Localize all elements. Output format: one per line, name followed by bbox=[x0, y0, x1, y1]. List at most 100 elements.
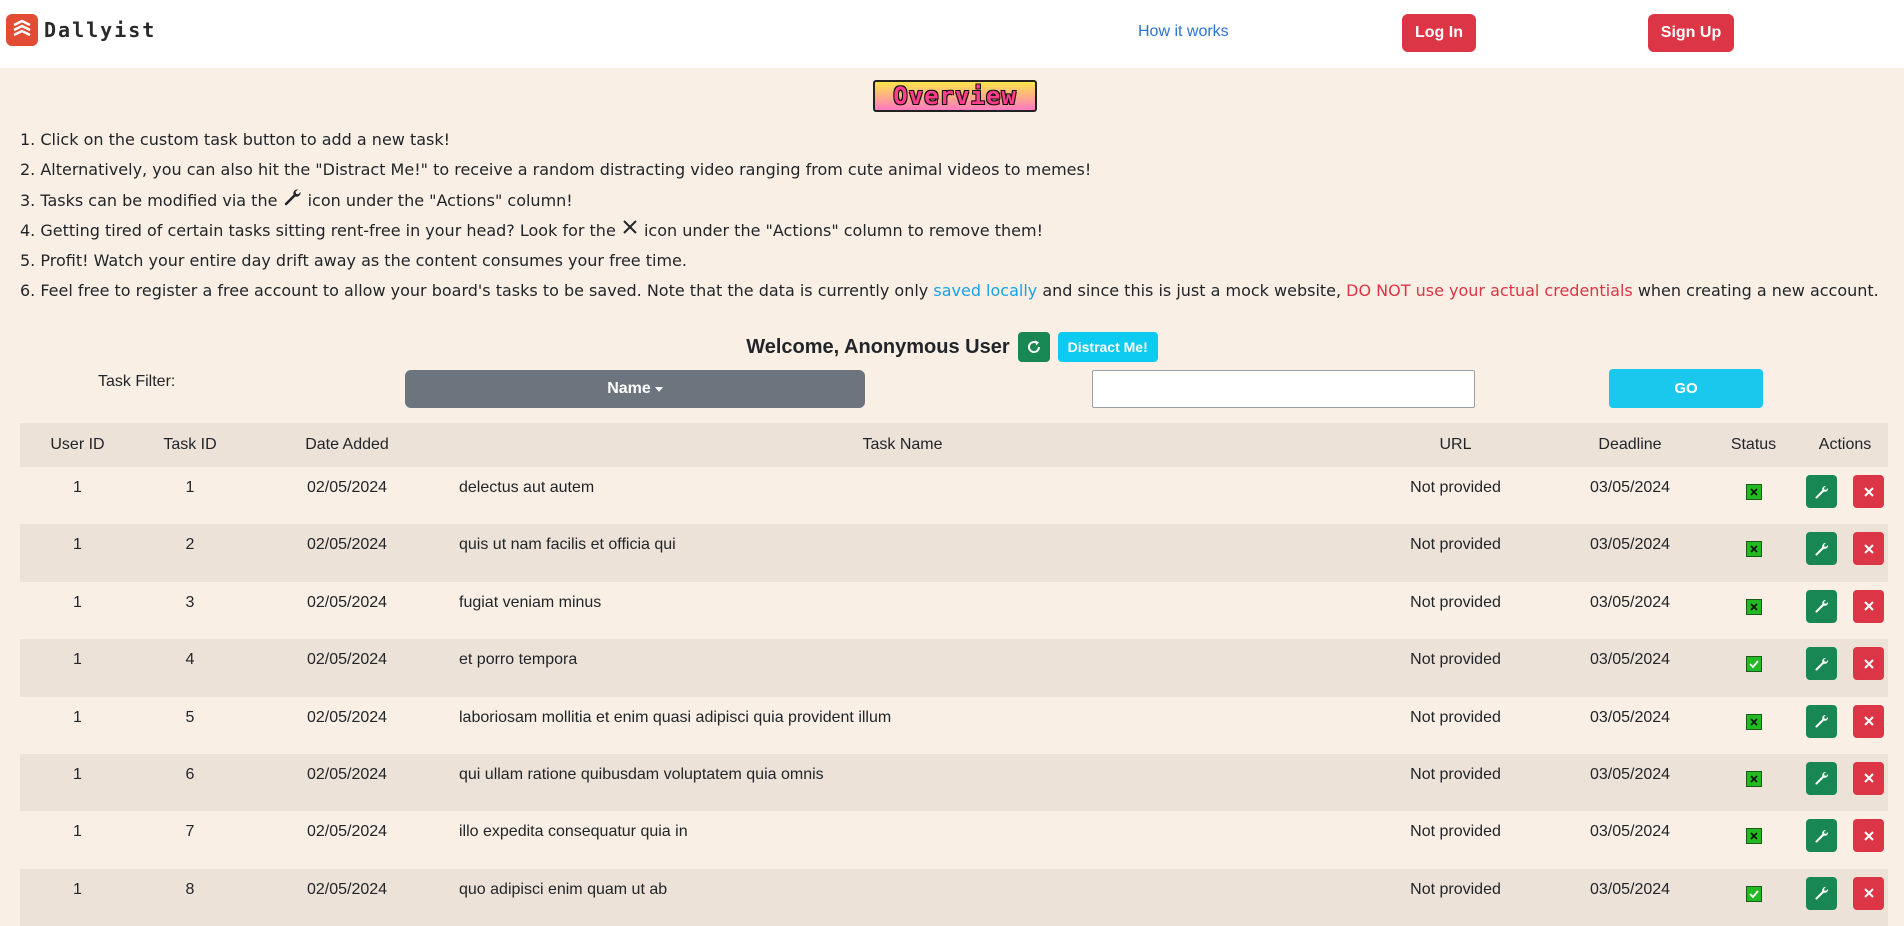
delete-task-button[interactable] bbox=[1853, 475, 1884, 508]
close-icon bbox=[1863, 888, 1874, 898]
table-header-row: User ID Task ID Date Added Task Name URL… bbox=[20, 423, 1888, 467]
task-filter-label: Task Filter: bbox=[98, 373, 176, 390]
brand-name: Dallyist bbox=[44, 18, 157, 42]
delete-task-button[interactable] bbox=[1853, 876, 1884, 910]
cell-task-name: delectus aut autem bbox=[449, 467, 1356, 525]
cell-task-name: illo expedita consequatur quia in bbox=[449, 811, 1356, 869]
welcome-row: Welcome, Anonymous User Distract Me! bbox=[0, 330, 1904, 364]
cell-user-id: 1 bbox=[20, 696, 135, 754]
checkbox-x-icon[interactable] bbox=[1745, 828, 1762, 845]
refresh-icon bbox=[1027, 340, 1040, 353]
close-icon bbox=[1863, 831, 1874, 841]
delete-task-button[interactable] bbox=[1853, 704, 1884, 738]
delete-task-button[interactable] bbox=[1853, 819, 1884, 853]
table-row: 1 1 02/05/2024 delectus aut autem Not provid… bbox=[20, 467, 1888, 525]
close-icon bbox=[1863, 486, 1874, 497]
edit-task-button[interactable] bbox=[1806, 475, 1837, 508]
instructions-list: 1. Click on the custom task button to ad… bbox=[20, 127, 1879, 309]
checkbox-x-icon[interactable] bbox=[1745, 484, 1762, 500]
edit-task-button[interactable] bbox=[1806, 647, 1837, 681]
checkbox-x-icon[interactable] bbox=[1745, 713, 1762, 730]
header-url: URL bbox=[1356, 423, 1555, 467]
edit-task-button[interactable] bbox=[1806, 532, 1837, 566]
cell-user-id: 1 bbox=[20, 524, 135, 582]
edit-task-button[interactable] bbox=[1806, 589, 1837, 623]
close-icon bbox=[1863, 658, 1874, 669]
cell-task-id: 7 bbox=[135, 811, 245, 869]
instruction-3-after: icon under the "Actions" column! bbox=[302, 190, 573, 210]
edit-task-button[interactable] bbox=[1806, 819, 1837, 853]
cell-user-id: 1 bbox=[20, 753, 135, 812]
header-deadline: Deadline bbox=[1555, 423, 1705, 467]
cell-actions bbox=[1802, 753, 1888, 812]
wrench-icon bbox=[283, 188, 303, 214]
header-actions: Actions bbox=[1802, 423, 1888, 467]
refresh-button[interactable] bbox=[1017, 332, 1050, 362]
wrench-icon bbox=[1814, 829, 1828, 843]
wrench-icon bbox=[1814, 600, 1828, 613]
cell-status bbox=[1705, 524, 1802, 582]
distract-me-button[interactable]: Distract Me! bbox=[1057, 332, 1158, 362]
cell-status bbox=[1705, 753, 1802, 812]
cell-date-added: 02/05/2024 bbox=[245, 639, 449, 697]
edit-task-button[interactable] bbox=[1806, 704, 1837, 738]
edit-task-button[interactable] bbox=[1806, 761, 1837, 795]
filter-input[interactable] bbox=[1092, 370, 1475, 408]
cell-user-id: 1 bbox=[20, 868, 135, 926]
cell-task-id: 8 bbox=[135, 868, 245, 926]
go-button[interactable]: GO bbox=[1609, 369, 1763, 408]
delete-task-button[interactable] bbox=[1853, 589, 1884, 623]
cell-status bbox=[1705, 868, 1802, 926]
saved-locally-text: saved locally bbox=[933, 281, 1038, 301]
checkbox-checked-icon[interactable] bbox=[1745, 885, 1762, 902]
cell-task-id: 6 bbox=[135, 753, 245, 812]
cell-task-id: 2 bbox=[135, 524, 245, 582]
table-row: 1 2 02/05/2024 quis ut nam facilis et offic… bbox=[20, 524, 1888, 582]
cell-task-id: 5 bbox=[135, 696, 245, 754]
edit-task-button[interactable] bbox=[1806, 876, 1837, 910]
instruction-6-middle: and since this is just a mock website, bbox=[1037, 281, 1347, 301]
how-it-works-link[interactable]: How it works bbox=[1138, 23, 1229, 41]
checkbox-x-icon[interactable] bbox=[1745, 770, 1762, 787]
wrench-icon bbox=[1814, 485, 1828, 499]
task-table: User ID Task ID Date Added Task Name URL… bbox=[20, 423, 1888, 926]
cell-actions bbox=[1802, 811, 1888, 869]
instruction-4: 4. Getting tired of certain tasks sittin… bbox=[20, 218, 1879, 248]
delete-task-button[interactable] bbox=[1853, 761, 1884, 795]
instruction-6-before: 6. Feel free to register a free account … bbox=[20, 281, 934, 301]
checkbox-x-icon[interactable] bbox=[1745, 598, 1762, 615]
table-row: 1 7 02/05/2024 illo expedita consequatur qu… bbox=[20, 811, 1888, 869]
cell-deadline: 03/05/2024 bbox=[1555, 581, 1705, 640]
checkbox-checked-icon[interactable] bbox=[1745, 656, 1762, 673]
cell-status bbox=[1705, 639, 1802, 697]
cell-task-name: fugiat veniam minus bbox=[449, 581, 1356, 640]
table-row: 1 3 02/05/2024 fugiat veniam minus Not provi… bbox=[20, 581, 1888, 640]
instruction-3: 3. Tasks can be modified via the icon un… bbox=[20, 188, 1879, 218]
filter-field-dropdown[interactable]: Name bbox=[405, 370, 865, 408]
cell-date-added: 02/05/2024 bbox=[245, 753, 449, 812]
table-row: 1 5 02/05/2024 laboriosam mollitia et enim … bbox=[20, 696, 1888, 754]
table-row: 1 6 02/05/2024 qui ullam ratione quibusdam … bbox=[20, 753, 1888, 812]
checkbox-x-icon[interactable] bbox=[1745, 541, 1762, 558]
header-date-added: Date Added bbox=[245, 423, 449, 467]
cell-date-added: 02/05/2024 bbox=[245, 696, 449, 754]
cell-url: Not provided bbox=[1356, 467, 1555, 525]
table-row: 1 4 02/05/2024 et porro tempora Not provided… bbox=[20, 639, 1888, 697]
header-status: Status bbox=[1705, 423, 1802, 467]
instruction-1: 1. Click on the custom task button to ad… bbox=[20, 130, 451, 149]
cell-user-id: 1 bbox=[20, 811, 135, 869]
cell-user-id: 1 bbox=[20, 581, 135, 640]
cell-status bbox=[1705, 581, 1802, 640]
delete-task-button[interactable] bbox=[1853, 647, 1884, 681]
header-user-id: User ID bbox=[20, 423, 135, 467]
cell-task-name: et porro tempora bbox=[449, 639, 1356, 697]
cell-task-name: quo adipisci enim quam ut ab bbox=[449, 868, 1356, 926]
cell-task-id: 4 bbox=[135, 639, 245, 697]
wrench-icon bbox=[1814, 772, 1828, 786]
delete-task-button[interactable] bbox=[1853, 532, 1884, 566]
login-button[interactable]: Log In bbox=[1402, 14, 1476, 52]
instruction-3-before: 3. Tasks can be modified via the bbox=[20, 190, 283, 210]
cell-actions bbox=[1802, 524, 1888, 582]
signup-button[interactable]: Sign Up bbox=[1648, 14, 1734, 52]
brand[interactable]: Dallyist bbox=[6, 14, 156, 46]
